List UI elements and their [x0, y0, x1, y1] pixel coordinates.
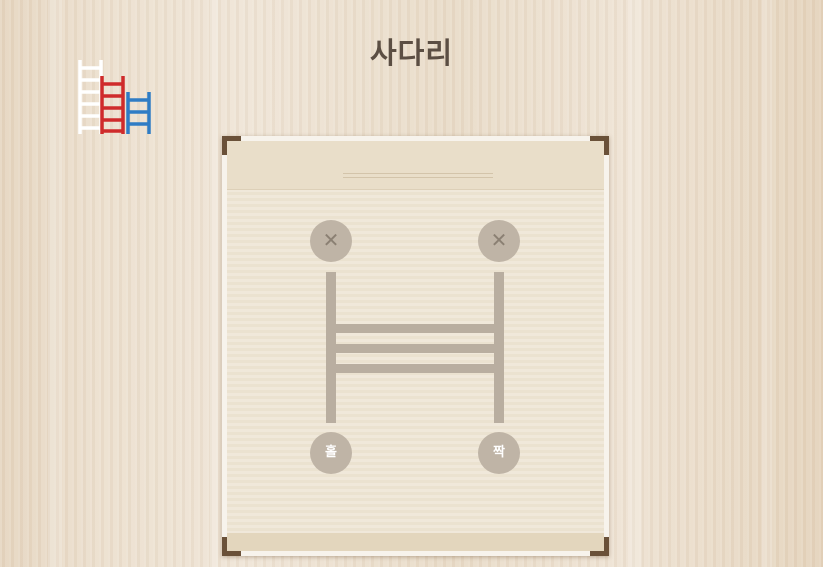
board-header: [227, 141, 604, 190]
close-icon: ✕: [322, 228, 340, 252]
ladder-board: ✕ ✕ 홀 짝: [222, 136, 609, 556]
ladder-logo-icon: [78, 60, 151, 134]
result-slot-1[interactable]: 홀: [310, 432, 352, 474]
ladder-rail-1: [326, 272, 336, 423]
result-label: 홀: [325, 445, 337, 460]
result-label: 짝: [493, 445, 505, 460]
remove-player-1-button[interactable]: ✕: [310, 220, 352, 262]
ladder-rung: [336, 324, 494, 333]
corner-decoration: [222, 537, 241, 556]
corner-decoration: [590, 136, 609, 155]
ladder-rail-2: [494, 272, 504, 423]
close-icon: ✕: [490, 228, 508, 252]
remove-player-2-button[interactable]: ✕: [478, 220, 520, 262]
ladder-rung: [336, 364, 494, 373]
ladder-rung: [336, 344, 494, 353]
result-slot-2[interactable]: 짝: [478, 432, 520, 474]
corner-decoration: [222, 136, 241, 155]
corner-decoration: [590, 537, 609, 556]
board-footer: [227, 533, 604, 551]
